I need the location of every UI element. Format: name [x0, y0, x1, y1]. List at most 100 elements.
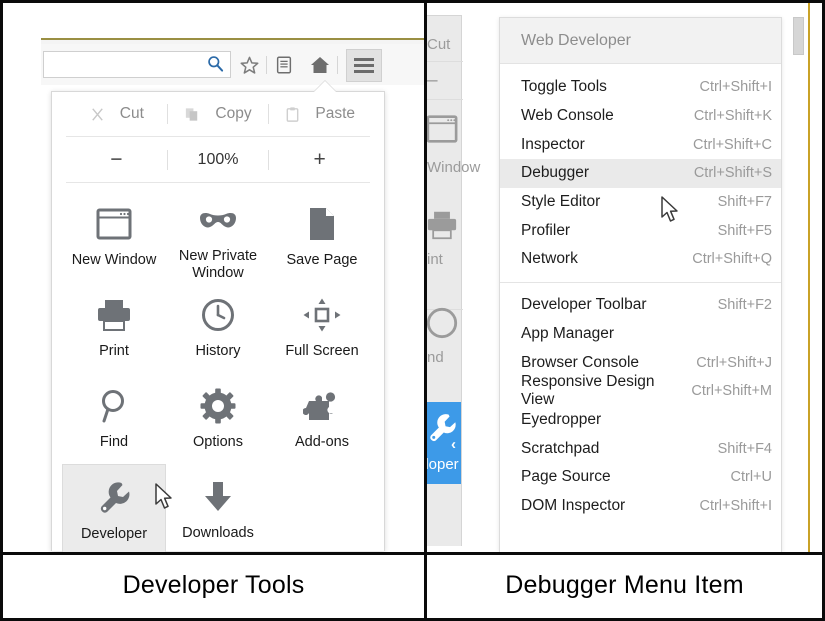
menu-item-label: Responsive Design View	[521, 373, 655, 409]
menu-tile-grid: New Window New Private Window Save Page …	[52, 183, 384, 552]
tile-add-ons[interactable]: Add-ons	[270, 373, 374, 464]
menu-item-label: Page Source	[521, 468, 611, 486]
scissors-icon	[89, 106, 106, 123]
star-icon[interactable]	[237, 53, 261, 77]
menu-item-eyedropper[interactable]: Eyedropper	[500, 406, 781, 435]
tile-label: Options	[193, 434, 243, 450]
page-rule-line	[808, 3, 810, 552]
tile-options[interactable]: Options	[166, 373, 270, 464]
menu-item-app-manager[interactable]: App Manager	[500, 320, 781, 349]
tile-print[interactable]: Print	[62, 282, 166, 373]
clipboard-icon	[284, 106, 301, 123]
caption-right: Debugger Menu Item	[505, 570, 744, 599]
web-developer-submenu: Web Developer Toggle Tools Ctrl+Shift+I …	[499, 17, 782, 552]
menu-item-debugger[interactable]: Debugger Ctrl+Shift+S	[500, 159, 781, 188]
menu-item-web-console[interactable]: Web Console Ctrl+Shift+K	[500, 102, 781, 131]
tile-label: Downloads	[182, 525, 254, 541]
menu-item-shortcut: Ctrl+Shift+J	[696, 354, 772, 371]
wrench-icon	[96, 478, 132, 518]
menu-item-label: Network	[521, 250, 578, 268]
menu-item-label: Browser Console	[521, 353, 640, 371]
parent-new-window-label: Window	[427, 159, 481, 176]
tile-history[interactable]: History	[166, 282, 270, 373]
tile-find[interactable]: Find	[62, 373, 166, 464]
menu-item-responsive-design-view[interactable]: Responsive Design View Ctrl+Shift+M	[500, 373, 781, 408]
menu-item-developer-toolbar[interactable]: Developer Toolbar Shift+F2	[500, 291, 781, 320]
copy-button[interactable]: Copy	[168, 105, 269, 123]
tile-downloads[interactable]: Downloads	[166, 464, 270, 552]
download-arrow-icon	[201, 477, 235, 517]
tile-save-page[interactable]: Save Page	[270, 191, 374, 282]
firefox-menu-panel: Cut Copy Paste − 100% + New Window New P…	[51, 91, 385, 552]
window-icon	[95, 204, 133, 244]
menu-item-style-editor[interactable]: Style Editor Shift+F7	[500, 188, 781, 217]
menu-panel-pointer	[314, 81, 336, 92]
menu-item-label: Debugger	[521, 164, 590, 182]
figure-root: Cut Copy Paste − 100% + New Window New P…	[0, 0, 825, 621]
menu-item-label: Web Console	[521, 107, 614, 125]
reading-list-icon[interactable]	[272, 53, 296, 77]
tile-label: Full Screen	[285, 343, 359, 359]
edit-actions-row: Cut Copy Paste	[52, 92, 384, 136]
menu-item-shortcut: Ctrl+Shift+I	[699, 79, 772, 96]
parent-zoom-minus: –	[427, 70, 438, 91]
menu-item-page-source[interactable]: Page Source Ctrl+U	[500, 463, 781, 492]
parent-divider-1	[427, 61, 463, 62]
mask-icon	[197, 204, 239, 240]
menu-item-network[interactable]: Network Ctrl+Shift+Q	[500, 245, 781, 274]
gear-icon	[200, 386, 236, 426]
tile-full-screen[interactable]: Full Screen	[270, 282, 374, 373]
parent-menu-partial: Cut – Window int nd loper ‹	[427, 15, 480, 546]
zoom-level-reset-button[interactable]: 100%	[168, 151, 269, 169]
toolbar-separator	[266, 56, 267, 74]
submenu-top-spacer	[500, 64, 781, 73]
menu-item-shortcut: Ctrl+Shift+M	[691, 383, 772, 400]
tile-developer[interactable]: Developer	[62, 464, 166, 552]
menu-item-label: Toggle Tools	[521, 78, 607, 96]
paste-button[interactable]: Paste	[269, 105, 370, 123]
caption-left: Developer Tools	[122, 570, 305, 599]
menu-item-toggle-tools[interactable]: Toggle Tools Ctrl+Shift+I	[500, 73, 781, 102]
tile-new-private-window[interactable]: New Private Window	[166, 191, 270, 282]
zoom-out-button[interactable]: −	[66, 148, 167, 172]
zoom-in-button[interactable]: +	[269, 148, 370, 172]
menu-item-shortcut: Ctrl+U	[730, 469, 773, 486]
menu-item-label: Style Editor	[521, 193, 601, 211]
cut-button[interactable]: Cut	[66, 105, 167, 123]
puzzle-piece-icon	[303, 386, 341, 426]
tile-label: Print	[99, 343, 129, 359]
menu-item-dom-inspector[interactable]: DOM Inspector Ctrl+Shift+I	[500, 492, 781, 521]
mouse-cursor	[155, 483, 177, 518]
cut-label: Cut	[119, 105, 144, 122]
parent-developer-label: loper	[427, 456, 459, 473]
menu-item-shortcut: Ctrl+Shift+C	[693, 136, 772, 153]
hamburger-menu-icon[interactable]	[346, 49, 382, 82]
menu-item-shortcut: Shift+F7	[717, 194, 772, 211]
home-icon[interactable]	[308, 53, 332, 77]
menu-item-label: Eyedropper	[521, 410, 602, 428]
menu-item-inspector[interactable]: Inspector Ctrl+Shift+C	[500, 130, 781, 159]
tile-new-window[interactable]: New Window	[62, 191, 166, 282]
tile-label: Add-ons	[294, 434, 349, 450]
search-input[interactable]	[43, 51, 231, 78]
menu-item-label: Profiler	[521, 221, 571, 239]
menu-item-label: DOM Inspector	[521, 496, 626, 514]
parent-find-label: nd	[427, 349, 444, 366]
clock-icon	[200, 295, 236, 335]
printer-icon	[427, 210, 459, 240]
clock-icon	[427, 306, 459, 340]
menu-item-label: Inspector	[521, 135, 585, 153]
parent-developer-item-selected[interactable]: loper ‹	[427, 402, 461, 484]
submenu-group-separator	[500, 281, 781, 283]
menu-item-profiler[interactable]: Profiler Shift+F5	[500, 216, 781, 245]
menu-item-scratchpad[interactable]: Scratchpad Shift+F4	[500, 434, 781, 463]
tile-label: Developer	[80, 526, 148, 542]
page-icon	[307, 204, 337, 244]
printer-icon	[95, 295, 133, 335]
scrollbar-thumb[interactable]	[793, 17, 804, 55]
fullscreen-arrows-icon	[303, 295, 341, 335]
left-panel-developer-tools: Cut Copy Paste − 100% + New Window New P…	[3, 3, 424, 552]
search-icon	[207, 55, 224, 77]
browser-toolbar	[41, 38, 424, 85]
paste-label: Paste	[315, 105, 355, 122]
